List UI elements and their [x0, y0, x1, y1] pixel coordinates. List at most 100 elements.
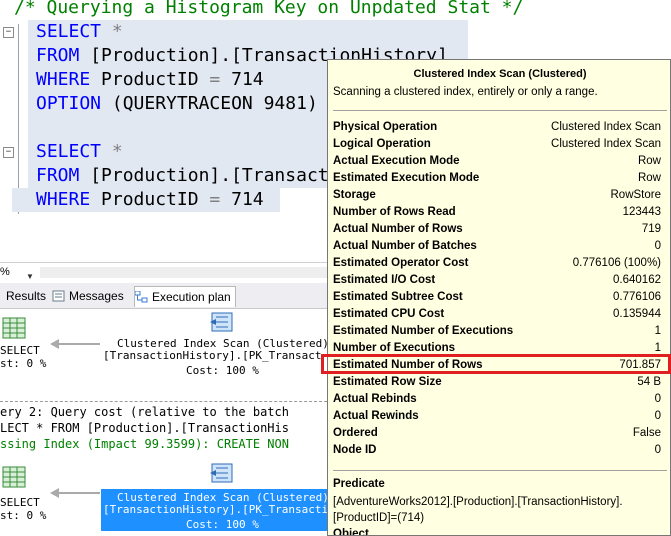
- tooltip-property-row: Actual Number of Rows 719: [333, 221, 661, 238]
- keyword-where: WHERE: [36, 69, 91, 90]
- table-name: [Production].[Transact: [90, 165, 329, 186]
- property-label: Estimated I/O Cost: [333, 274, 436, 286]
- flow-arrow: [58, 343, 100, 345]
- zoom-dropdown[interactable]: % ▼: [0, 265, 34, 281]
- tab-label: Messages: [69, 289, 124, 303]
- outline-gutter: [18, 24, 19, 214]
- execution-plan-icon: [135, 291, 148, 303]
- tooltip-property-row: Ordered False: [333, 425, 661, 442]
- property-value: 1: [654, 325, 661, 337]
- chevron-down-icon: ▼: [26, 272, 34, 281]
- tooltip-title: Clustered Index Scan (Clustered): [413, 68, 587, 80]
- zoom-value: %: [0, 266, 10, 278]
- star-operator: *: [111, 21, 123, 42]
- code-line-q1-select: SELECT *: [36, 20, 123, 44]
- selection-band: [28, 116, 328, 140]
- property-value: 0: [654, 410, 661, 422]
- column-name: ProductID: [101, 189, 199, 210]
- property-label: Estimated Operator Cost: [333, 257, 469, 269]
- missing-index-hint[interactable]: ssing Index (Impact 99.3599): CREATE NON: [0, 437, 289, 451]
- collapse-toggle-query2[interactable]: −: [3, 147, 14, 158]
- tooltip-property-row: Estimated Row Size 54 B: [333, 374, 661, 391]
- select-operator-icon[interactable]: [2, 466, 26, 488]
- property-value: Clustered Index Scan: [551, 138, 661, 150]
- property-label: Storage: [333, 189, 376, 201]
- property-label: Number of Rows Read: [333, 206, 456, 218]
- property-label: Actual Rebinds: [333, 393, 417, 405]
- select-label: SELECT: [0, 496, 40, 509]
- property-value: False: [632, 427, 661, 439]
- query-header: ery 2: Query cost (relative to the batch: [0, 405, 289, 419]
- predicate-text: [AdventureWorks2012].[Production].[Trans…: [333, 496, 623, 524]
- code-line-q1-option: OPTION (QUERYTRACEON 9481): [36, 92, 318, 116]
- property-value: 0.776106 (100%): [572, 257, 661, 269]
- select-operator-icon[interactable]: [2, 317, 26, 339]
- operator-cost: Cost: 100 %: [186, 518, 259, 531]
- tab-label: Results: [6, 289, 47, 303]
- tooltip-property-row: Estimated I/O Cost 0.640162: [333, 272, 661, 289]
- object-label: Object: [333, 528, 369, 536]
- tooltip-property-row: Actual Rewinds 0: [333, 408, 661, 425]
- operator-object: [TransactionHistory].[PK_Transact: [103, 349, 322, 362]
- property-label: Logical Operation: [333, 138, 431, 150]
- code-line-q1-where: WHERE ProductID = 714: [36, 68, 264, 92]
- tooltip-property-row: Estimated Operator Cost 0.776106 (100%): [333, 255, 661, 272]
- property-value: 54 B: [637, 376, 661, 388]
- property-value: Row: [637, 172, 661, 184]
- property-value: 0: [654, 444, 661, 456]
- collapse-toggle-query1[interactable]: −: [3, 27, 14, 38]
- property-value: 0.776106: [613, 291, 661, 303]
- property-value: 0.640162: [613, 274, 661, 286]
- tooltip-property-row: Logical Operation Clustered Index Scan: [333, 136, 661, 153]
- keyword-from: FROM: [36, 45, 80, 66]
- property-value: 0: [654, 240, 661, 252]
- keyword-from: FROM: [36, 165, 80, 186]
- property-value: Clustered Index Scan: [551, 121, 661, 133]
- tooltip-divider: [333, 110, 667, 111]
- tooltip-property-row: Estimated Execution Mode Row: [333, 170, 661, 187]
- code-line-q2-where: WHERE ProductID = 714: [36, 188, 264, 212]
- tooltip-description: Scanning a clustered index, entirely or …: [333, 86, 598, 98]
- tooltip-property-row: Number of Rows Read 123443: [333, 204, 661, 221]
- tooltip-property-row: Node ID 0: [333, 442, 661, 459]
- equals-operator: =: [209, 69, 221, 90]
- flow-arrow: [58, 492, 100, 494]
- property-value: 719: [641, 223, 661, 235]
- tooltip-property-row: Storage RowStore: [333, 187, 661, 204]
- property-label: Ordered: [333, 427, 378, 439]
- property-label: Node ID: [333, 444, 377, 456]
- property-label: Actual Rewinds: [333, 410, 419, 422]
- star-operator: *: [111, 141, 123, 162]
- keyword-option: OPTION: [36, 93, 102, 114]
- keyword-select: SELECT: [36, 21, 102, 42]
- predicate-label: Predicate: [333, 478, 385, 490]
- arrow-head-icon: [50, 339, 59, 349]
- literal-value: 714: [231, 69, 264, 90]
- tab-results[interactable]: Results: [0, 286, 48, 306]
- select-label: SELECT: [0, 344, 40, 357]
- equals-operator: =: [209, 189, 221, 210]
- property-label: Estimated Row Size: [333, 376, 442, 388]
- messages-icon: [52, 290, 65, 302]
- property-label: Actual Execution Mode: [333, 155, 460, 167]
- tooltip-property-row: Estimated Number of Executions 1: [333, 323, 661, 340]
- tooltip-property-row: Physical Operation Clustered Index Scan: [333, 119, 661, 136]
- tooltip-property-row: Actual Rebinds 0: [333, 391, 661, 408]
- clustered-index-scan-icon[interactable]: [208, 460, 236, 486]
- property-label: Actual Number of Rows: [333, 223, 463, 235]
- tab-messages[interactable]: Messages: [52, 286, 128, 306]
- select-cost: st: 0 %: [0, 509, 47, 522]
- property-value: Row: [637, 155, 661, 167]
- tab-execution-plan[interactable]: Execution plan: [134, 286, 236, 307]
- keyword-where: WHERE: [36, 189, 91, 210]
- clustered-index-scan-icon[interactable]: [208, 309, 236, 335]
- property-value: 0: [654, 393, 661, 405]
- select-cost: st: 0 %: [0, 357, 47, 370]
- tooltip-property-row: Estimated Subtree Cost 0.776106: [333, 289, 661, 306]
- tooltip-property-row: Actual Execution Mode Row: [333, 153, 661, 170]
- option-argument: (QUERYTRACEON 9481): [111, 93, 318, 114]
- column-name: ProductID: [101, 69, 199, 90]
- code-comment: /* Querying a Histogram Key on Unpdated …: [14, 0, 524, 18]
- property-label: Physical Operation: [333, 121, 438, 133]
- code-line-q2-select: SELECT *: [36, 140, 123, 164]
